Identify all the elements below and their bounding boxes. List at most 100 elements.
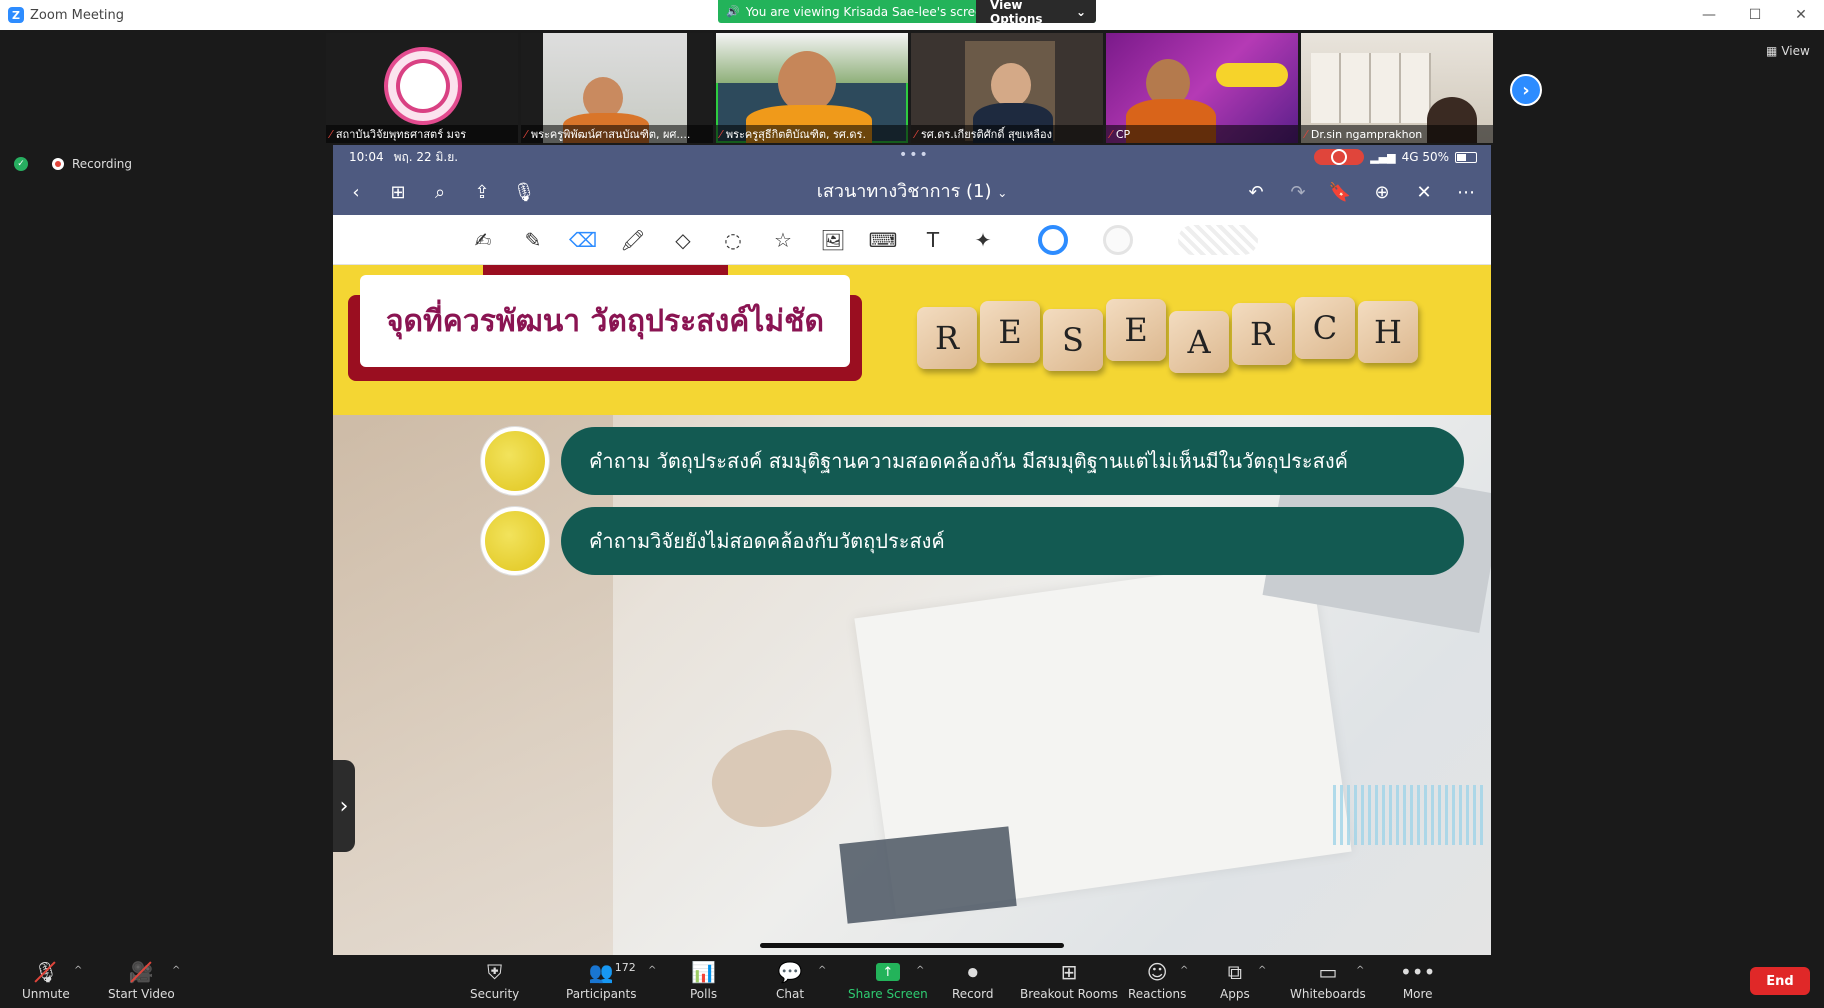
record-button[interactable]: ⏺ Record [952,959,993,1007]
multitask-dots-icon[interactable]: ••• [899,147,930,163]
apps-button[interactable]: ⧉ Apps [1220,959,1250,1007]
participant-name: Dr.sin ngamprakhon [1310,127,1423,141]
participant-tile[interactable]: ⁄ CP [1106,33,1298,143]
back-chevron-icon[interactable]: ‹ [341,177,371,207]
color-swatch[interactable] [1103,225,1133,255]
participant-video [1311,53,1431,123]
stroke-width-swatch[interactable] [1178,225,1258,255]
document-title[interactable]: เสวนาทางวิชาการ (1) [817,181,992,202]
chat-caret-icon[interactable]: ^ [818,965,826,976]
participant-tile[interactable]: ⁄ สถาบันวิจัยพุทธศาสตร์ มจร [326,33,518,143]
participant-tile[interactable]: ⁄ Dr.sin ngamprakhon [1301,33,1493,143]
reactions-label: Reactions [1128,987,1187,1001]
laser-pointer-icon[interactable]: ✦ [967,225,999,255]
muted-mic-icon: ⁄ [330,127,332,141]
whiteboards-caret-icon[interactable]: ^ [1356,965,1364,976]
pen-toolbar: ✍ ✎ ⌫ 🖍 ◇ ◌ ☆ 🖼 ⌨ T ✦ [333,215,1491,265]
participant-tile[interactable]: ⁄ รศ.ดร.เกียรติศักดิ์ สุขเหลือง [911,33,1103,143]
sticker-icon[interactable]: ☆ [767,225,799,255]
shared-screen: 10:04 พฤ. 22 มิ.ย. ••• ▂▄▆ 4G 50% ‹ ⊞ ⌕ … [333,145,1491,955]
more-options-icon[interactable]: ⋯ [1451,177,1481,207]
view-button-label: View [1781,44,1810,58]
share-screen-label: Share Screen [848,987,928,1001]
minimize-button[interactable]: — [1686,0,1732,30]
share-caret-icon[interactable]: ^ [916,965,924,976]
start-video-button[interactable]: 🎥 Start Video [108,959,175,1007]
participants-button[interactable]: 👥 172 Participants [566,959,637,1007]
polls-label: Polls [690,987,718,1001]
bullet-item: คำถามวิจัยยังไม่สอดคล้องกับวัตถุประสงค์ [561,507,1464,575]
microphone-icon[interactable]: 🎙 [509,177,539,207]
more-button[interactable]: ••• More [1400,959,1435,1007]
apps-caret-icon[interactable]: ^ [1258,965,1266,976]
institute-logo-icon [384,47,462,125]
view-button[interactable]: ▦ View [1766,44,1810,58]
color-swatch-selected[interactable] [1038,225,1068,255]
unmute-button[interactable]: 🎙 Unmute [22,959,70,1007]
status-date: พฤ. 22 มิ.ย. [393,149,459,164]
shapes-icon[interactable]: ◇ [667,225,699,255]
chat-button[interactable]: 💬 Chat [776,959,804,1007]
sidebar-expand-handle[interactable]: › [333,760,355,852]
slide-title: จุดที่ควรพัฒนา วัตถุประสงค์ไม่ชัด [385,303,825,339]
share-icon[interactable]: ⇪ [467,177,497,207]
chevron-down-icon[interactable]: ⌄ [997,186,1007,200]
participant-video [991,63,1031,107]
participant-name: พระครูพิพัฒน์ศาสนบัณฑิต, ผศ.... [530,128,691,141]
encryption-shield-icon[interactable]: ✓ [14,157,28,171]
image-icon[interactable]: 🖼 [817,225,849,255]
letter-die: A [1169,311,1229,373]
status-network: 4G 50% [1401,150,1449,164]
search-icon[interactable]: ⌕ [425,177,455,207]
reactions-caret-icon[interactable]: ^ [1180,965,1188,976]
record-label: Record [952,987,994,1001]
ipad-status-bar: 10:04 พฤ. 22 มิ.ย. ••• ▂▄▆ 4G 50% [333,145,1491,169]
muted-mic-icon: ⁄ [525,127,527,141]
muted-mic-icon: ⁄ [720,127,722,141]
muted-mic-icon: ⁄ [1110,127,1112,141]
reactions-button[interactable]: ☺ Reactions [1128,959,1186,1007]
lasso-icon[interactable]: ◌ [717,225,749,255]
participants-label: Participants [566,987,637,1001]
unmute-label: Unmute [22,987,70,1001]
meeting-controls: 🎙 Unmute ^ 🎥 Start Video ^ ⛨ Security 👥 1… [0,955,1824,1008]
close-button[interactable]: ✕ [1778,0,1824,30]
security-button[interactable]: ⛨ Security [470,959,519,1007]
end-meeting-button[interactable]: End [1750,967,1810,995]
emoji-icon: ☺ [1146,960,1168,984]
status-time: 10:04 [349,150,384,164]
text-box-icon[interactable]: T [917,225,949,255]
letter-die: E [1106,299,1166,361]
whiteboards-button[interactable]: ▭ Whiteboards [1290,959,1366,1007]
participant-name: สถาบันวิจัยพุทธศาสตร์ มจร [335,128,467,141]
add-page-icon[interactable]: ⊕ [1367,177,1397,207]
thumbnails-grid-icon[interactable]: ⊞ [383,177,413,207]
letter-die: C [1295,297,1355,359]
participant-video [778,51,836,113]
redo-icon[interactable]: ↷ [1283,177,1313,207]
breakout-rooms-button[interactable]: ⊞ Breakout Rooms [1020,959,1118,1007]
participant-name: รศ.ดร.เกียรติศักดิ์ สุขเหลือง [920,128,1052,141]
undo-icon[interactable]: ↶ [1241,177,1271,207]
highlighter-icon[interactable]: 🖍 [617,225,649,255]
letter-die: H [1358,301,1418,363]
close-document-icon[interactable]: ✕ [1409,177,1439,207]
participant-tile[interactable]: ⁄ พระครูพิพัฒน์ศาสนบัณฑิต, ผศ.... [521,33,713,143]
bookmark-icon[interactable]: 🔖 [1325,177,1355,207]
keyboard-icon[interactable]: ⌨ [867,225,899,255]
audio-options-caret-icon[interactable]: ^ [74,965,82,976]
pen-icon[interactable]: ✎ [517,225,549,255]
view-options-button[interactable]: View Options ⌄ [976,0,1096,26]
next-participants-button[interactable]: › [1510,74,1542,106]
participants-caret-icon[interactable]: ^ [648,965,656,976]
participants-count: 172 [614,961,636,974]
window-title: Zoom Meeting [30,7,125,23]
maximize-button[interactable]: ☐ [1732,0,1778,30]
video-options-caret-icon[interactable]: ^ [172,965,180,976]
ipad-home-indicator [760,943,1064,948]
participant-tile-active-speaker[interactable]: ⁄ พระครูสุธีกิตติบัณฑิต, รศ.ดร. [716,33,908,143]
participant-strip: ⁄ สถาบันวิจัยพุทธศาสตร์ มจร ⁄ พระครูพิพัฒน… [326,33,1493,143]
eraser-icon[interactable]: ⌫ [567,225,599,255]
polls-button[interactable]: 📊 Polls [690,959,717,1007]
read-mode-icon[interactable]: ✍ [467,225,499,255]
